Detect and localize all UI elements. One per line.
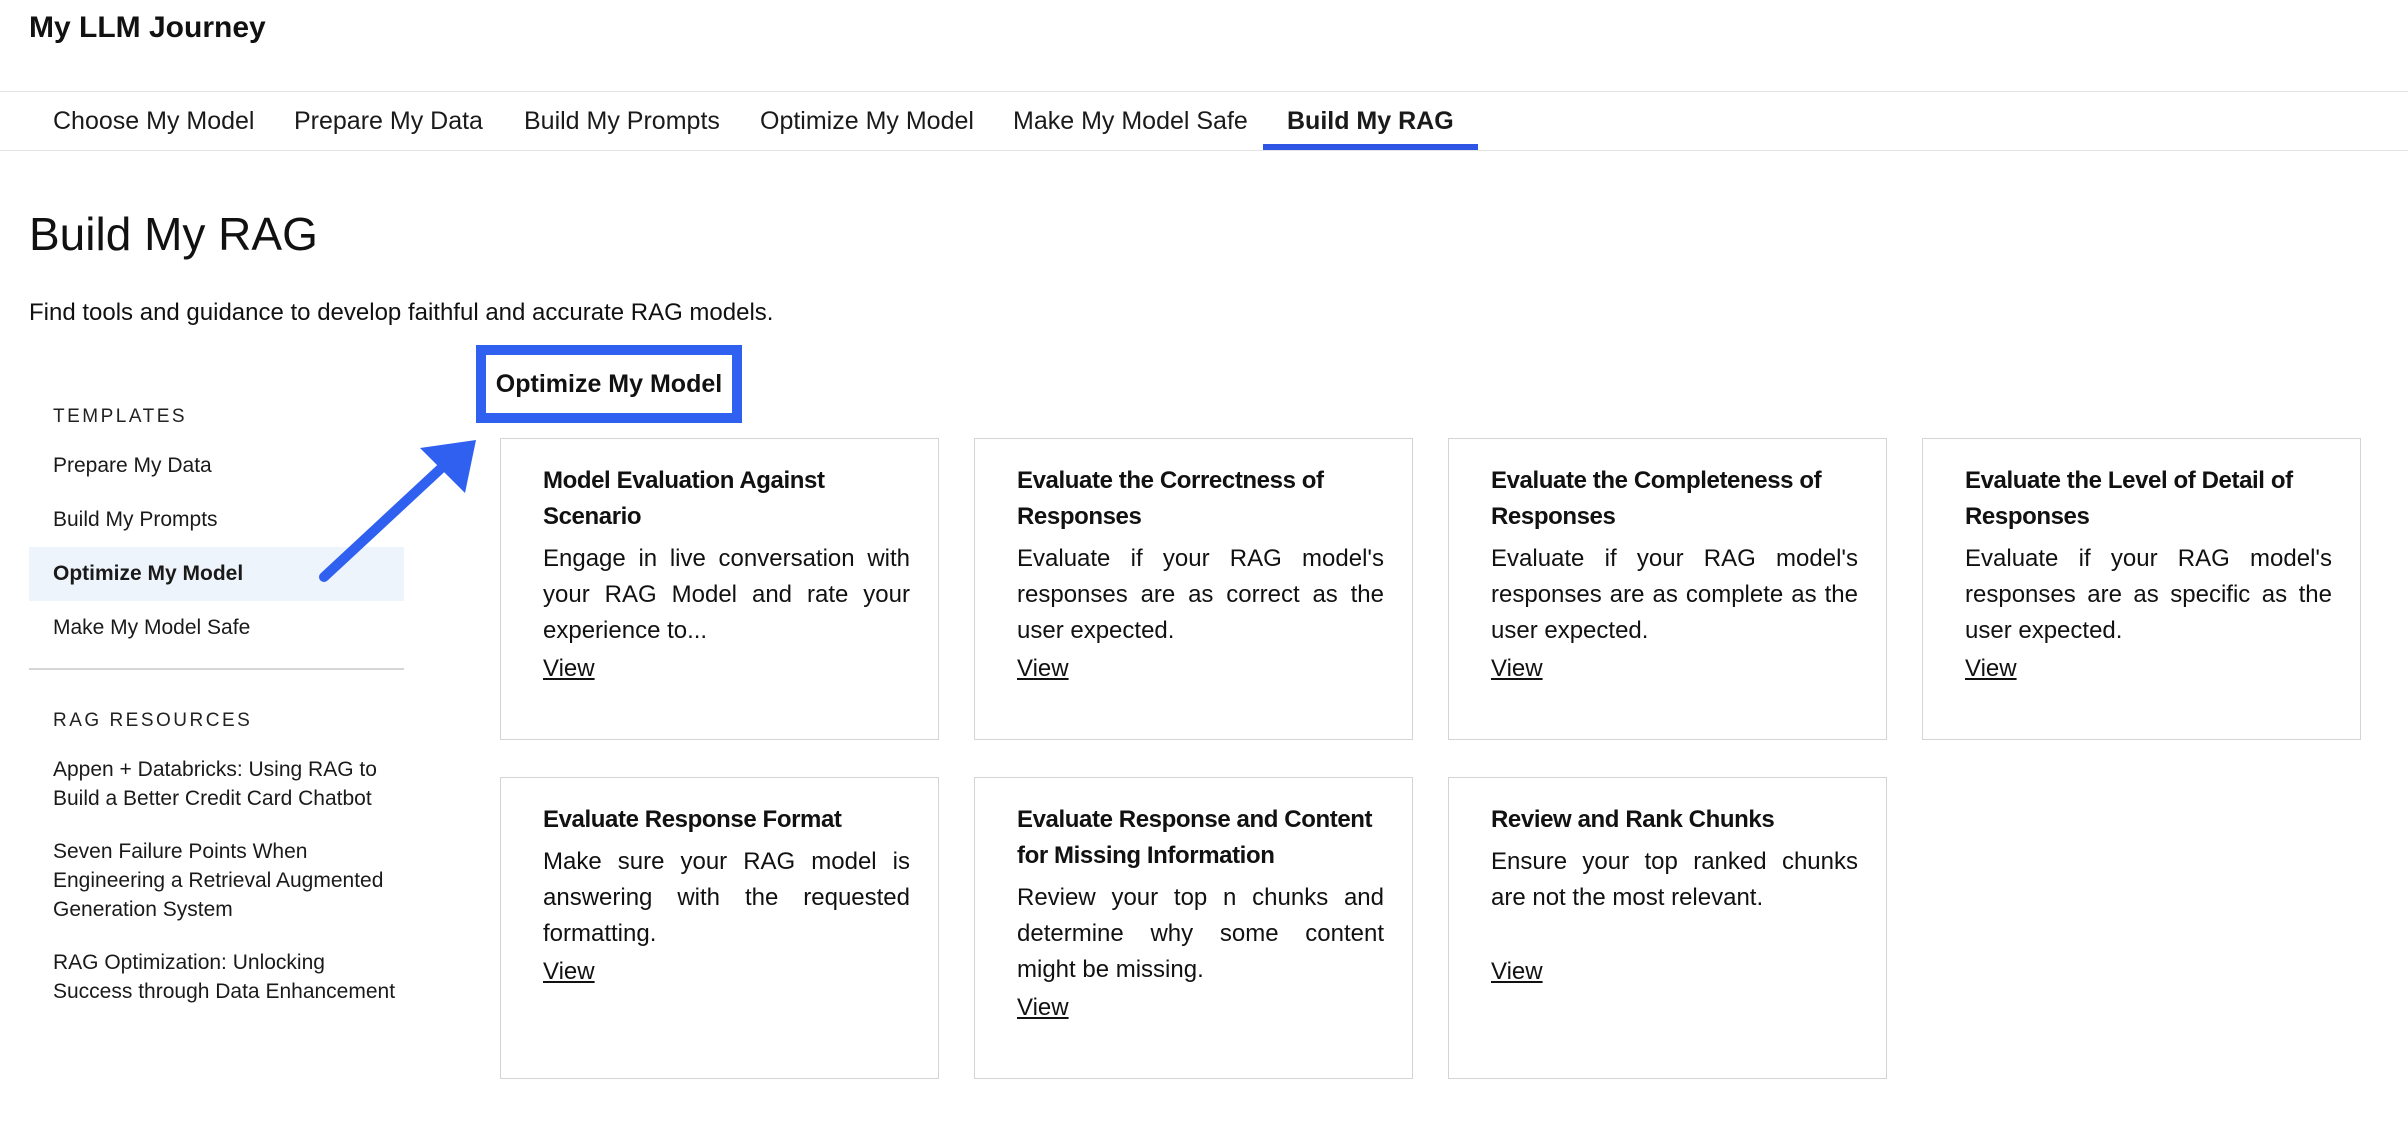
tab-build-my-rag[interactable]: Build My RAG bbox=[1263, 92, 1478, 150]
page-subtitle: Find tools and guidance to develop faith… bbox=[29, 299, 774, 326]
sidebar-divider bbox=[29, 668, 404, 670]
card-description: Engage in live conversation with your RA… bbox=[543, 545, 910, 644]
card-model-evaluation-against-scenario: Model Evaluation Against Scenario Engage… bbox=[500, 438, 939, 740]
card-title: Evaluate Response Format bbox=[543, 806, 842, 833]
card-view-link[interactable]: View bbox=[543, 651, 595, 687]
card-title: Model Evaluation Against Scenario bbox=[543, 467, 825, 530]
card-evaluate-correctness: Evaluate the Correctness of Responses Ev… bbox=[974, 438, 1413, 740]
section-title-optimize-my-model: Optimize My Model bbox=[476, 345, 742, 423]
annotation-arrow-icon bbox=[319, 440, 476, 582]
templates-heading: TEMPLATES bbox=[53, 406, 188, 427]
card-review-and-rank-chunks: Review and Rank Chunks Ensure your top r… bbox=[1448, 777, 1887, 1079]
rag-resources-heading: RAG RESOURCES bbox=[53, 710, 253, 731]
card-description: Make sure your RAG model is answering wi… bbox=[543, 848, 910, 947]
card-description: Evaluate if your RAG model's responses a… bbox=[1965, 545, 2332, 644]
app-title: My LLM Journey bbox=[29, 11, 266, 44]
resource-link-seven-failure-points[interactable]: Seven Failure Points When Engineering a … bbox=[53, 837, 398, 924]
card-title: Evaluate the Completeness of Responses bbox=[1491, 467, 1822, 530]
card-title: Evaluate the Level of Detail of Response… bbox=[1965, 467, 2293, 530]
card-view-link[interactable]: View bbox=[1017, 990, 1069, 1026]
card-evaluate-response-format: Evaluate Response Format Make sure your … bbox=[500, 777, 939, 1079]
card-evaluate-level-of-detail: Evaluate the Level of Detail of Response… bbox=[1922, 438, 2361, 740]
card-view-link[interactable]: View bbox=[1965, 651, 2017, 687]
card-title: Evaluate Response and Content for Missin… bbox=[1017, 806, 1373, 869]
sidebar-item-make-my-model-safe[interactable]: Make My Model Safe bbox=[29, 601, 404, 655]
page-title: Build My RAG bbox=[29, 208, 318, 260]
card-evaluate-completeness: Evaluate the Completeness of Responses E… bbox=[1448, 438, 1887, 740]
card-view-link[interactable]: View bbox=[1491, 651, 1543, 687]
main-tab-bar: Choose My Model Prepare My Data Build My… bbox=[0, 91, 2408, 151]
card-view-link[interactable]: View bbox=[543, 954, 595, 990]
tab-choose-my-model[interactable]: Choose My Model bbox=[29, 92, 278, 150]
card-title: Evaluate the Correctness of Responses bbox=[1017, 467, 1324, 530]
card-evaluate-missing-information: Evaluate Response and Content for Missin… bbox=[974, 777, 1413, 1079]
resource-link-rag-optimization[interactable]: RAG Optimization: Unlocking Success thro… bbox=[53, 948, 398, 1006]
tab-build-my-prompts[interactable]: Build My Prompts bbox=[500, 92, 744, 150]
card-description: Evaluate if your RAG model's responses a… bbox=[1017, 545, 1384, 644]
card-description: Ensure your top ranked chunks are not th… bbox=[1491, 848, 1858, 911]
resource-link-appen-databricks[interactable]: Appen + Databricks: Using RAG to Build a… bbox=[53, 755, 398, 813]
card-title: Review and Rank Chunks bbox=[1491, 806, 1775, 833]
tab-prepare-my-data[interactable]: Prepare My Data bbox=[270, 92, 507, 150]
tab-optimize-my-model[interactable]: Optimize My Model bbox=[736, 92, 998, 150]
card-description: Review your top n chunks and determine w… bbox=[1017, 884, 1384, 983]
card-view-link[interactable]: View bbox=[1017, 651, 1069, 687]
card-description: Evaluate if your RAG model's responses a… bbox=[1491, 545, 1858, 644]
tab-make-my-model-safe[interactable]: Make My Model Safe bbox=[989, 92, 1272, 150]
card-view-link[interactable]: View bbox=[1491, 954, 1543, 990]
